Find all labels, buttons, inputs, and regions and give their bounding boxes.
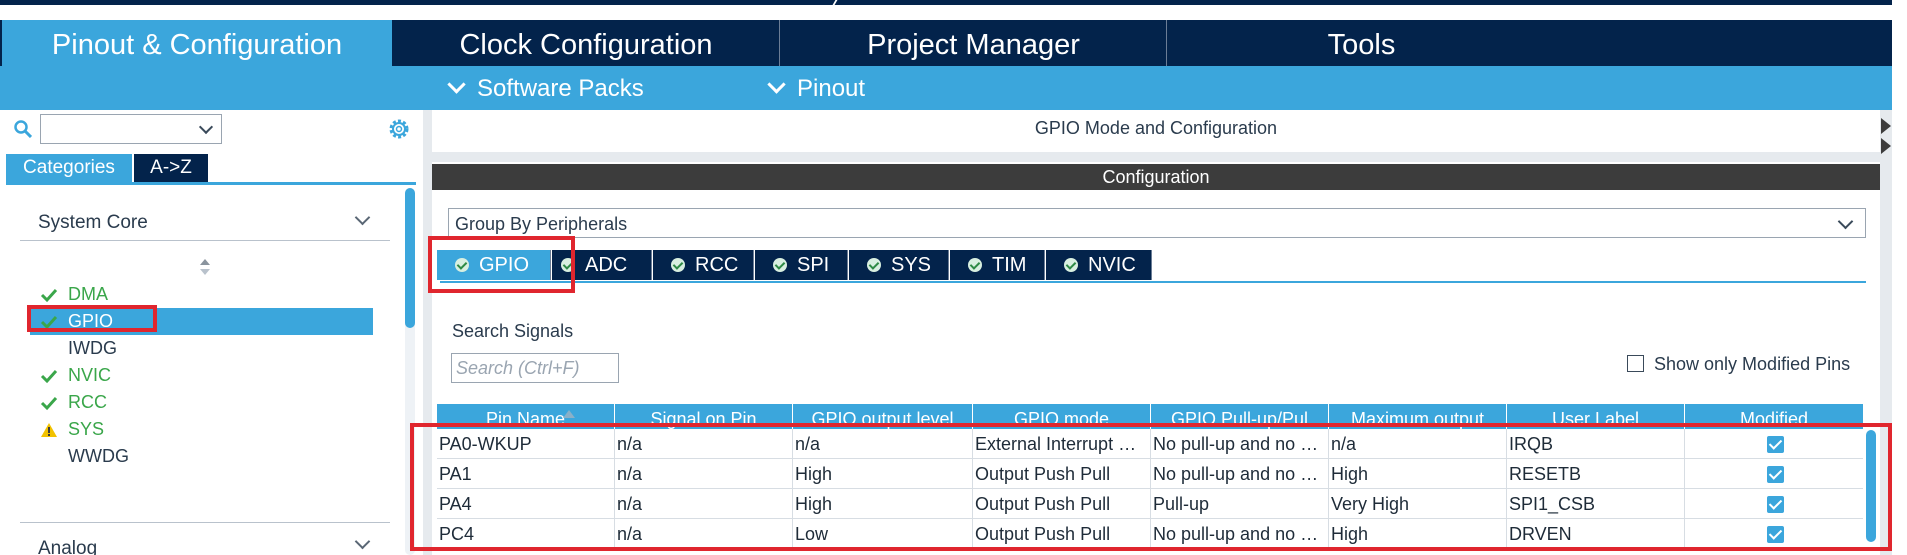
stm32cubemx-window: Pinout & Configuration Clock Configurati… bbox=[0, 0, 1907, 555]
category-system-core[interactable]: System Core bbox=[38, 212, 148, 234]
chevron-down-icon[interactable] bbox=[198, 119, 214, 135]
tab-project-manager[interactable]: Project Manager bbox=[781, 20, 1167, 66]
category-analog[interactable]: Analog bbox=[38, 538, 97, 555]
peripheral-dma[interactable]: DMA bbox=[30, 281, 373, 308]
chevron-down-icon[interactable] bbox=[1837, 213, 1854, 230]
expand-arrow-icon[interactable] bbox=[1881, 118, 1891, 134]
divider bbox=[20, 522, 390, 523]
search-icon bbox=[14, 120, 32, 138]
main-tab-bar: Pinout & Configuration Clock Configurati… bbox=[0, 20, 1907, 66]
peripheral-rcc[interactable]: RCC bbox=[30, 389, 373, 416]
peripheral-sys[interactable]: SYS bbox=[30, 416, 373, 443]
tab-a-z[interactable]: A->Z bbox=[134, 154, 208, 182]
sort-icon[interactable] bbox=[199, 258, 211, 276]
check-circle-icon bbox=[1064, 258, 1078, 272]
show-modified-label: Show only Modified Pins bbox=[1654, 354, 1851, 374]
tab-tools[interactable]: Tools bbox=[1168, 20, 1555, 66]
peripheral-wwdg[interactable]: WWDG bbox=[30, 443, 373, 470]
highlight-gpio-tab bbox=[428, 236, 575, 293]
check-icon bbox=[40, 396, 58, 411]
highlight-gpio-peripheral bbox=[27, 305, 157, 332]
panel-title: GPIO Mode and Configuration bbox=[1034, 118, 1278, 138]
divider bbox=[20, 240, 390, 241]
tab-underline bbox=[6, 182, 416, 185]
tab-tim[interactable]: TIM bbox=[950, 250, 1045, 280]
show-modified-checkbox[interactable] bbox=[1627, 355, 1644, 372]
sub-menu-bar: Software Packs Pinout bbox=[0, 66, 1892, 110]
left-scrollbar[interactable] bbox=[405, 188, 415, 328]
tab-nvic[interactable]: NVIC bbox=[1046, 250, 1152, 280]
warning-icon bbox=[41, 423, 57, 437]
highlight-pin-rows bbox=[410, 423, 1892, 551]
tab-sys[interactable]: SYS bbox=[849, 250, 949, 280]
software-packs-menu[interactable]: Software Packs bbox=[447, 66, 644, 110]
check-circle-icon bbox=[867, 258, 881, 272]
window-margin bbox=[1892, 0, 1907, 555]
check-circle-icon bbox=[671, 258, 685, 272]
search-signals-label: Search Signals bbox=[452, 321, 574, 341]
chevron-down-icon bbox=[767, 75, 786, 94]
tab-spi[interactable]: SPI bbox=[755, 250, 848, 280]
tab-underline bbox=[440, 281, 1866, 283]
expand-arrow-icon[interactable] bbox=[1881, 138, 1891, 154]
chevron-down-icon bbox=[447, 75, 466, 94]
search-signals-input[interactable]: Search (Ctrl+F) bbox=[451, 353, 619, 383]
tab-categories[interactable]: Categories bbox=[6, 154, 132, 182]
configuration-header: Configuration bbox=[432, 164, 1880, 190]
peripheral-iwdg[interactable]: IWDG bbox=[30, 335, 373, 362]
check-icon bbox=[40, 369, 58, 384]
sort-ascending-icon[interactable] bbox=[563, 410, 575, 418]
group-by-select[interactable]: Group By Peripherals bbox=[448, 208, 1866, 238]
check-circle-icon bbox=[968, 258, 982, 272]
check-icon bbox=[40, 288, 58, 303]
peripheral-nvic[interactable]: NVIC bbox=[30, 362, 373, 389]
tab-rcc[interactable]: RCC bbox=[653, 250, 754, 280]
pinout-menu[interactable]: Pinout bbox=[767, 66, 865, 110]
gear-icon[interactable] bbox=[386, 116, 412, 142]
divider bbox=[432, 152, 1880, 162]
peripheral-search-combo[interactable] bbox=[40, 114, 222, 144]
tab-pinout-configuration[interactable]: Pinout & Configuration bbox=[2, 20, 392, 66]
check-circle-icon bbox=[773, 258, 787, 272]
tab-clock-configuration[interactable]: Clock Configuration bbox=[393, 20, 780, 66]
title-strip bbox=[0, 0, 1907, 5]
